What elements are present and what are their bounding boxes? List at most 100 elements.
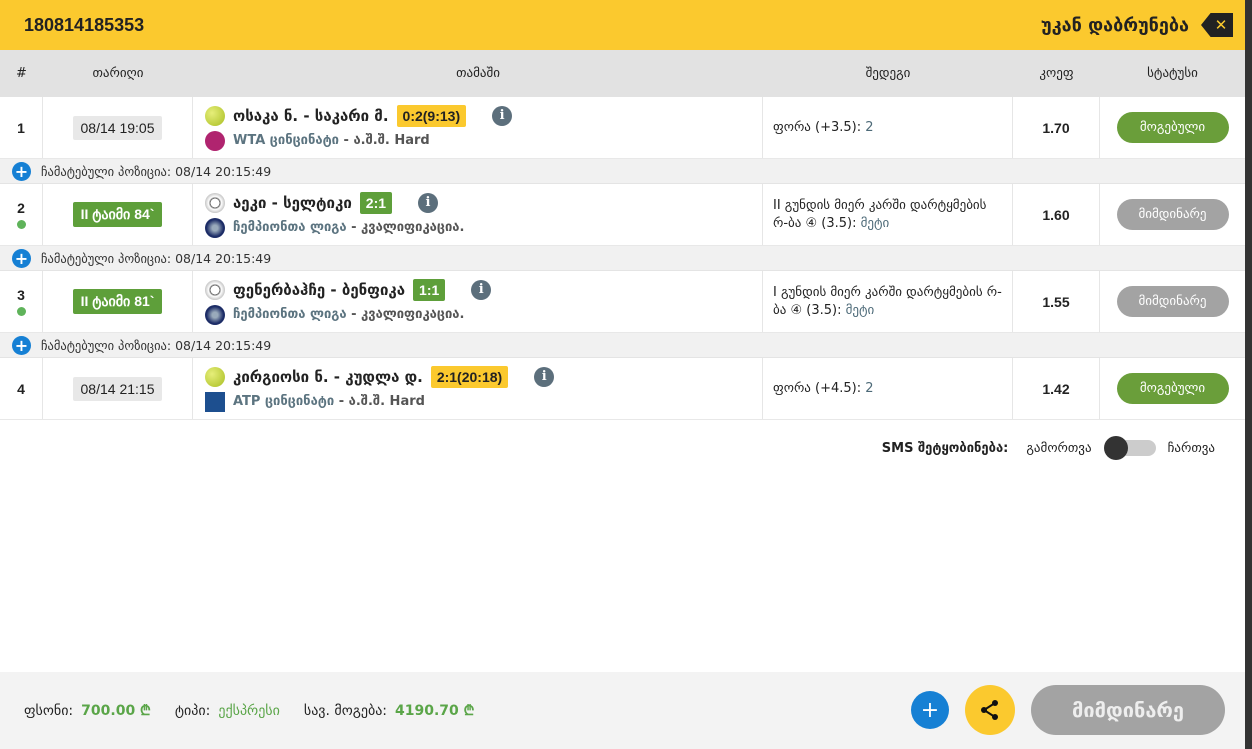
add-button[interactable]: +: [911, 691, 949, 729]
league-link[interactable]: ჩემპიონთა ლიგა: [233, 307, 347, 322]
market: ფორა (+4.5):: [773, 380, 866, 396]
status-badge[interactable]: მიმდინარე: [1116, 199, 1229, 230]
coef-cell: 1.60: [1013, 184, 1100, 245]
table-row: 3 II ტაიმი 81` ფენერბაჰჩე - ბენფიკა 1:1 i …: [0, 271, 1245, 333]
type-label: ტიპი:: [174, 702, 211, 719]
teams: აეკი - სელტიკი: [233, 193, 352, 212]
top-bar: 180814185353 უკან დაბრუნება ✕: [0, 0, 1245, 50]
status-cell: მიმდინარე: [1100, 184, 1245, 245]
result-cell: I გუნდის მიერ კარში დარტყმების რ-ბა ④ (3…: [763, 271, 1013, 332]
soccer-ball-icon: [205, 279, 225, 300]
added-position-row: + ჩამატებული პოზიცია: 08/14 20:15:49: [0, 246, 1245, 271]
game-cell: კირგიოსი ნ. - კუდლა დ. 2:1(20:18) i ATP ცი…: [193, 358, 763, 419]
market: I გუნდის მიერ კარში დარტყმების რ-ბა ④ (3…: [773, 284, 1002, 318]
row-number: 3: [17, 287, 25, 303]
date-cell: 08/14 19:05: [43, 97, 193, 158]
info-icon[interactable]: i: [418, 192, 439, 213]
added-position-row: + ჩამატებული პოზიცია: 08/14 20:15:49: [0, 159, 1245, 184]
col-coef: კოეფ: [1039, 66, 1074, 81]
status-badge[interactable]: მოგებული: [1116, 373, 1229, 404]
row-number: 4: [17, 380, 25, 397]
live-dot-icon: [16, 307, 26, 316]
game-cell: აეკი - სელტიკი 2:1 i ჩემპიონთა ლიგა - კვალ…: [193, 184, 763, 245]
col-num: #: [16, 66, 27, 81]
league-link[interactable]: WTA ცინცინატი: [233, 133, 339, 148]
score-badge: 2:1: [359, 191, 393, 214]
ticket-id: 180814185353: [24, 14, 145, 35]
coef-cell: 1.42: [1013, 358, 1100, 419]
stake: ფსონი: 700.00 ₾: [24, 701, 151, 720]
pick: 2: [865, 119, 874, 135]
sms-notifications: SMS შეტყობინება: გამორთვა ჩართვა: [882, 436, 1215, 460]
info-icon[interactable]: i: [534, 366, 555, 387]
plus-icon[interactable]: +: [12, 161, 31, 181]
col-game: თამაში: [456, 66, 500, 81]
score-badge: 1:1: [413, 278, 446, 301]
result-cell: II გუნდის მიერ კარში დარტყმების რ-ბა ④ (…: [763, 184, 1013, 245]
stake-label: ფსონი:: [24, 703, 74, 719]
sms-toggle[interactable]: [1103, 436, 1156, 460]
sms-label: SMS შეტყობინება:: [881, 440, 1009, 456]
game-cell: ოსაკა ნ. - საკარი მ. 0:2(9:13) i WTA ცინცი…: [193, 97, 763, 158]
window-edge: [1245, 0, 1252, 749]
date-cell: II ტაიმი 84`: [43, 184, 193, 245]
bet-type: ტიპი: ექსპრესი: [175, 703, 280, 719]
league-sub: - ა.შ.შ. Hard: [339, 133, 430, 148]
teams: ოსაკა ნ. - საკარი მ.: [233, 106, 389, 125]
row-number: 2: [17, 200, 25, 216]
cl-logo-icon: [205, 217, 225, 238]
pick: მეტი: [860, 215, 890, 231]
league-sub: - კვალიფიკაცია.: [346, 307, 465, 322]
row-number-cell: 1: [0, 97, 43, 158]
sms-on-label[interactable]: ჩართვა: [1168, 441, 1215, 456]
coef-cell: 1.70: [1013, 97, 1100, 158]
league-sub: - კვალიფიკაცია.: [346, 220, 465, 235]
info-icon[interactable]: i: [492, 105, 513, 126]
col-status: სტატუსი: [1147, 66, 1198, 81]
league-link[interactable]: ATP ცინცინატი: [233, 394, 334, 409]
cl-logo-icon: [205, 304, 225, 325]
share-button[interactable]: [965, 685, 1015, 735]
teams: კირგიოსი ნ. - კუდლა დ.: [233, 367, 423, 386]
win-label: სავ. მოგება:: [303, 703, 388, 719]
sms-off-label[interactable]: გამორთვა: [1026, 441, 1091, 456]
stake-value: 700.00 ₾: [81, 703, 151, 719]
added-position-label: ჩამატებული პოზიცია: 08/14 20:15:49: [41, 337, 272, 353]
win-value: 4190.70 ₾: [395, 703, 475, 719]
live-time-badge: II ტაიმი 81`: [72, 289, 163, 314]
league-sub: - ა.შ.შ. Hard: [334, 394, 425, 409]
added-position-row: + ჩამატებული პოზიცია: 08/14 20:15:49: [0, 333, 1245, 358]
table-row: 4 08/14 21:15 კირგიოსი ნ. - კუდლა დ. 2:1(…: [0, 358, 1245, 420]
score-badge: 2:1(20:18): [430, 365, 509, 388]
possible-win: სავ. მოგება: 4190.70 ₾: [304, 701, 475, 720]
result-cell: ფორა (+3.5): 2: [763, 97, 1013, 158]
plus-icon[interactable]: +: [12, 335, 31, 355]
plus-icon[interactable]: +: [12, 248, 31, 268]
match-date: 08/14 19:05: [72, 115, 163, 140]
tennis-ball-icon: [205, 105, 225, 126]
atp-logo-icon: [205, 391, 225, 412]
game-cell: ფენერბაჰჩე - ბენფიკა 1:1 i ჩემპიონთა ლიგა …: [193, 271, 763, 332]
live-dot-icon: [16, 220, 26, 229]
row-number-cell: 4: [0, 358, 43, 419]
table-header: # თარიღი თამაში შედეგი კოეფ სტატუსი: [0, 50, 1245, 97]
info-icon[interactable]: i: [471, 279, 492, 300]
backspace-close-icon[interactable]: ✕: [1201, 13, 1233, 37]
row-number: 1: [17, 119, 25, 136]
status-badge[interactable]: მოგებული: [1116, 112, 1229, 143]
league-link[interactable]: ჩემპიონთა ლიგა: [233, 220, 347, 235]
status-badge[interactable]: მიმდინარე: [1116, 286, 1229, 317]
live-time-badge: II ტაიმი 84`: [72, 202, 163, 227]
back-button[interactable]: უკან დაბრუნება ✕: [1041, 13, 1233, 37]
row-number-cell: 2: [0, 184, 43, 245]
type-value: ექსპრესი: [218, 702, 280, 719]
match-date: 08/14 21:15: [72, 376, 163, 401]
score-badge: 0:2(9:13): [396, 104, 467, 127]
pick: მეტი: [845, 302, 875, 318]
status-cell: მოგებული: [1100, 358, 1245, 419]
market: ფორა (+3.5):: [773, 119, 866, 135]
table-row: 2 II ტაიმი 84` აეკი - სელტიკი 2:1 i ჩემპიო…: [0, 184, 1245, 246]
status-cell: მოგებული: [1100, 97, 1245, 158]
teams: ფენერბაჰჩე - ბენფიკა: [233, 280, 406, 299]
col-result: შედეგი: [865, 66, 911, 81]
